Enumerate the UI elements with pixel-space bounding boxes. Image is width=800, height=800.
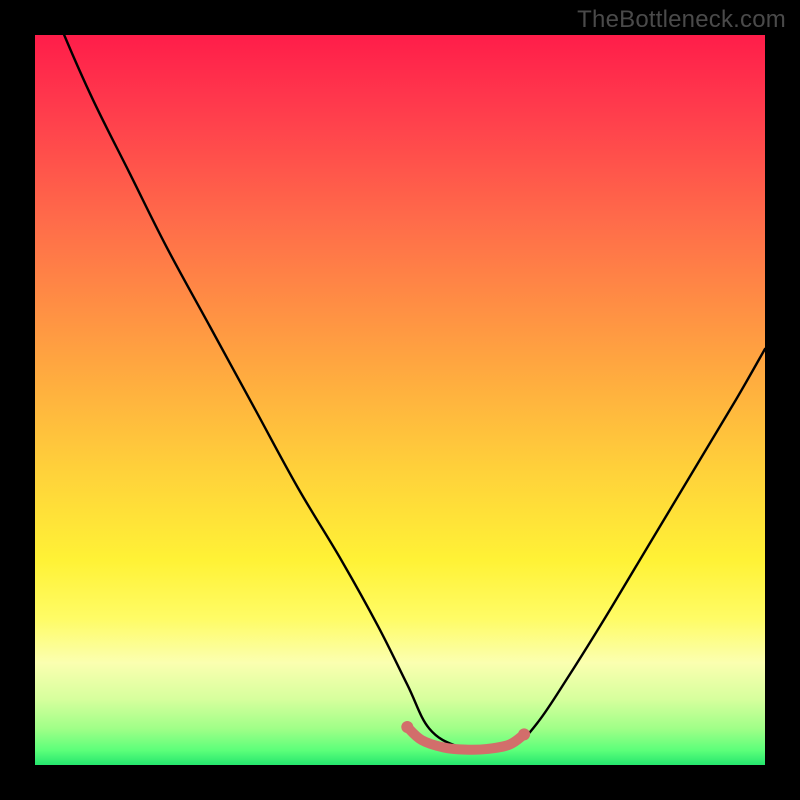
- chart-frame: TheBottleneck.com: [0, 0, 800, 800]
- bottleneck-curve-line: [35, 35, 765, 751]
- optimal-range-highlight-line: [407, 727, 524, 750]
- optimal-range-end-dot: [518, 728, 530, 740]
- watermark-text: TheBottleneck.com: [577, 6, 786, 34]
- optimal-range-start-dot: [401, 721, 413, 733]
- chart-overlay: [35, 35, 765, 765]
